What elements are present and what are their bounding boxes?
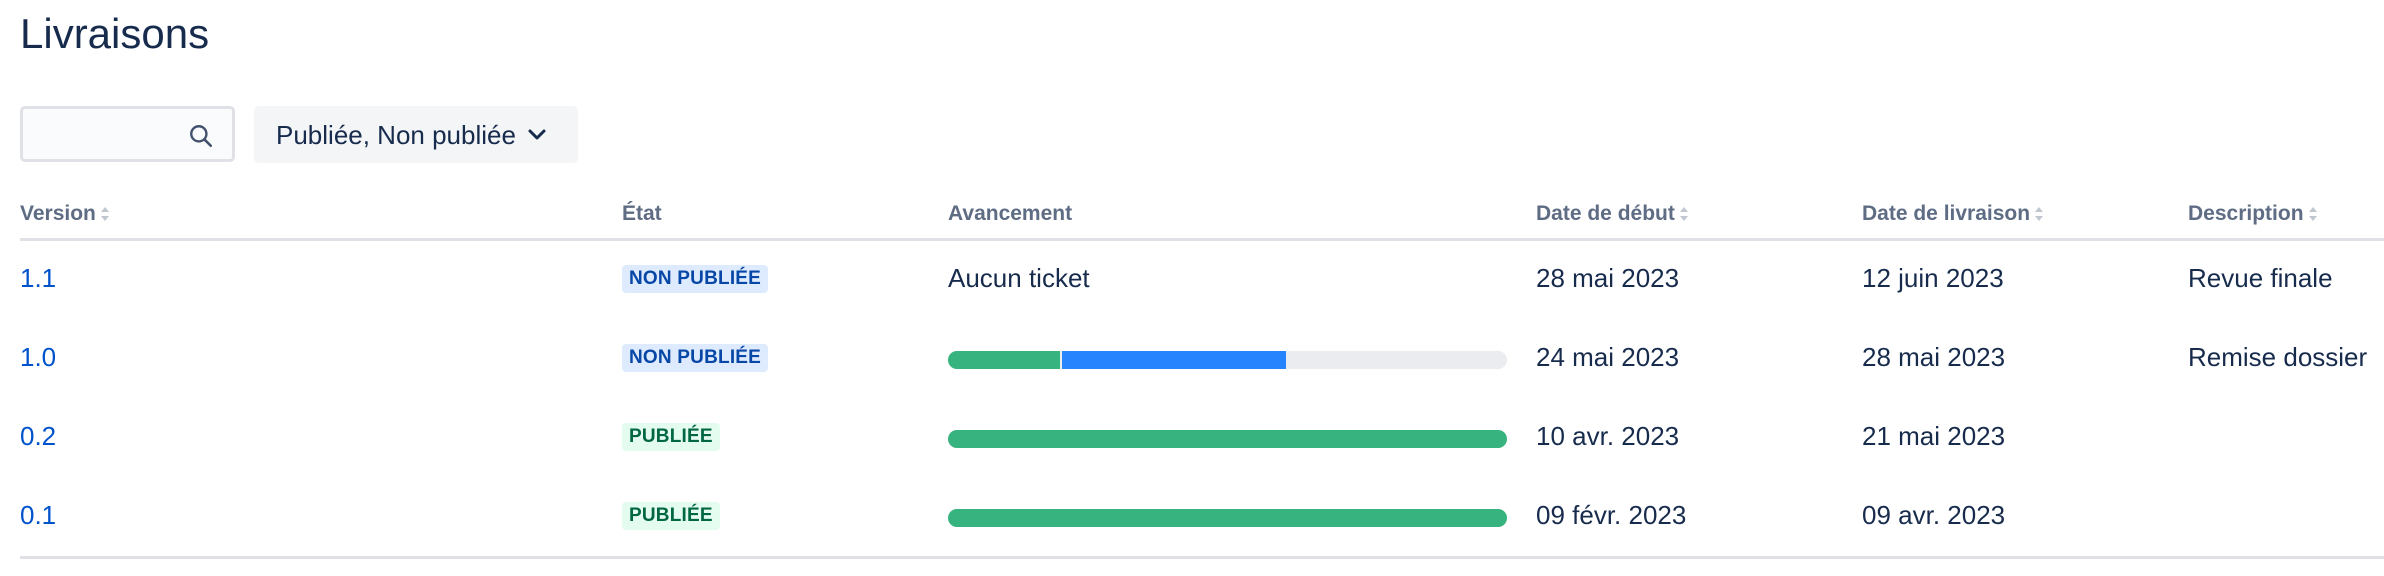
column-header-progress: Avancement [948, 200, 1072, 230]
column-header-description[interactable]: Description [2188, 200, 2318, 230]
column-header-label: Description [2188, 202, 2304, 225]
search-box[interactable] [20, 106, 235, 162]
start-date: 09 févr. 2023 [1536, 500, 1687, 530]
table-row: 1.0 NON PUBLIÉE 24 mai 2023 28 mai 2023 … [0, 319, 2384, 398]
version-link[interactable]: 0.1 [20, 500, 56, 530]
search-input[interactable] [33, 117, 197, 153]
column-header-label: Date de livraison [1862, 202, 2031, 225]
status-badge: NON PUBLIÉE [622, 265, 769, 293]
start-date: 10 avr. 2023 [1536, 421, 1680, 451]
sort-icon[interactable] [100, 205, 110, 223]
column-header-version[interactable]: Version [20, 200, 110, 230]
start-date: 28 mai 2023 [1536, 263, 1680, 293]
progress-segment-in-progress [1062, 351, 1286, 369]
chevron-down-icon [528, 129, 546, 140]
table-bottom-divider [20, 556, 2384, 559]
release-date: 09 avr. 2023 [1862, 500, 2006, 530]
release-date: 28 mai 2023 [1862, 342, 2006, 372]
column-header-label: Avancement [948, 202, 1073, 225]
progress-bar[interactable] [948, 351, 1507, 369]
sort-icon[interactable] [2034, 205, 2044, 223]
release-date: 12 juin 2023 [1862, 263, 2004, 293]
status-filter-label: Publiée, Non publiée [276, 120, 516, 150]
column-header-start-date[interactable]: Date de début [1536, 200, 1689, 230]
search-icon[interactable] [188, 123, 214, 149]
column-header-release-date[interactable]: Date de livraison [1862, 200, 2044, 230]
progress-bar[interactable] [948, 430, 1507, 448]
status-badge: NON PUBLIÉE [622, 344, 769, 372]
sort-icon[interactable] [1679, 205, 1689, 223]
column-header-label: État [622, 202, 662, 225]
description: Remise dossier [2188, 342, 2368, 372]
table-row: 1.1 NON PUBLIÉE Aucun ticket 28 mai 2023… [0, 240, 2384, 319]
status-badge: PUBLIÉE [622, 502, 720, 530]
status-badge: PUBLIÉE [622, 423, 720, 451]
progress-text: Aucun ticket [948, 263, 1090, 293]
version-link[interactable]: 1.0 [20, 342, 56, 372]
description: Revue finale [2188, 263, 2333, 293]
table-row: 0.2 PUBLIÉE 10 avr. 2023 21 mai 2023 [0, 398, 2384, 477]
release-date: 21 mai 2023 [1862, 421, 2006, 451]
start-date: 24 mai 2023 [1536, 342, 1680, 372]
page-title: Livraisons [20, 10, 210, 57]
column-header-state: État [622, 200, 662, 230]
column-header-label: Version [20, 202, 96, 225]
progress-bar[interactable] [948, 509, 1507, 527]
column-header-label: Date de début [1536, 202, 1675, 225]
status-filter-dropdown[interactable]: Publiée, Non publiée [254, 106, 578, 163]
progress-segment-done [948, 509, 1507, 527]
version-link[interactable]: 1.1 [20, 263, 56, 293]
version-link[interactable]: 0.2 [20, 421, 56, 451]
sort-icon[interactable] [2308, 205, 2318, 223]
progress-segment-done [948, 351, 1060, 369]
table-row: 0.1 PUBLIÉE 09 févr. 2023 09 avr. 2023 [0, 477, 2384, 556]
progress-segment-done [948, 430, 1507, 448]
